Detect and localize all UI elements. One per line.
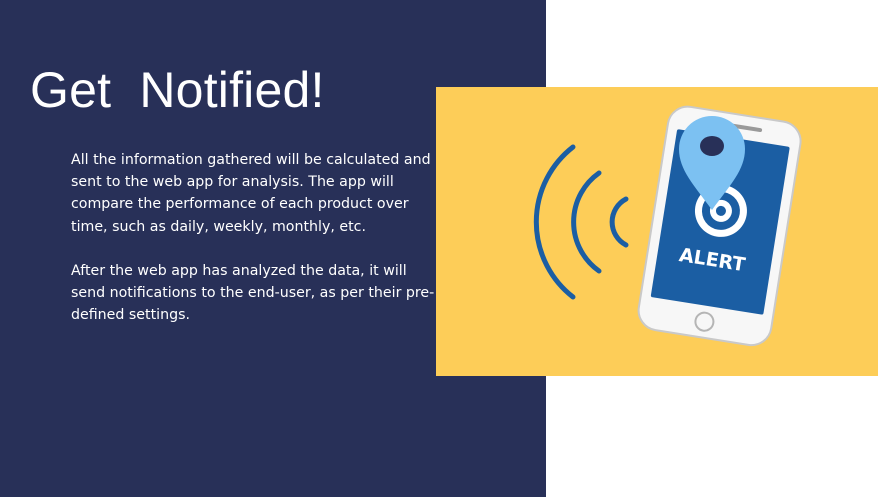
slide-title: Get Notified! [30, 62, 325, 118]
signal-waves-icon [533, 144, 629, 300]
body-paragraph-1: All the information gathered will be cal… [71, 152, 431, 235]
slide-body: All the information gathered will be cal… [71, 149, 437, 326]
body-paragraph-2: After the web app has analyzed the data,… [71, 262, 435, 324]
slide: Get Notified! All the information gather… [0, 0, 878, 497]
alert-illustration: ALERT [436, 87, 878, 376]
